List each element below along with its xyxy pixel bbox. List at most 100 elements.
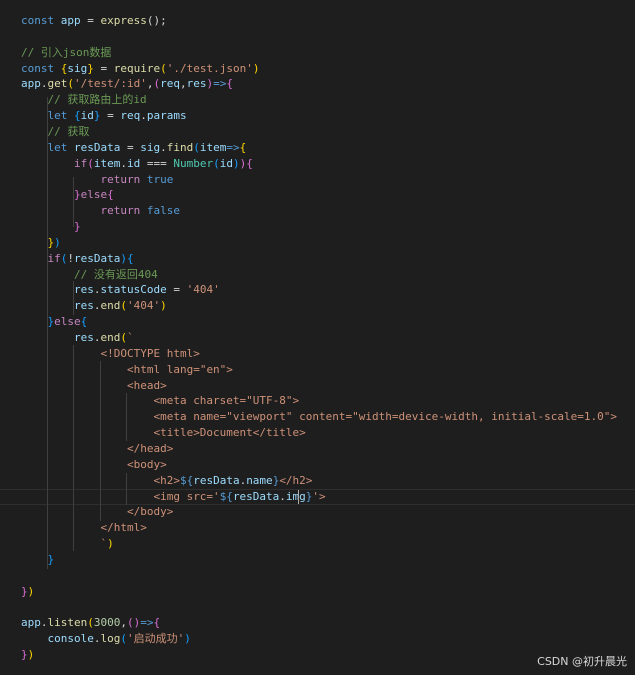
code-line: console.log('启动成功') (21, 631, 191, 647)
code-token: name (246, 473, 273, 487)
code-token: } (21, 648, 28, 661)
code-line: // 获取 (21, 124, 90, 140)
code-token: . (140, 109, 147, 123)
code-token: resData (193, 473, 240, 487)
code-token: { (226, 77, 233, 91)
code-token: } (73, 220, 81, 234)
code-token: ( (127, 616, 134, 630)
code-token: <img src=' (153, 489, 220, 503)
code-token: '404' (186, 283, 220, 297)
code-line: <img src='${resData.img}'> (21, 489, 326, 505)
code-token: 3000 (93, 616, 121, 630)
code-token: Number (173, 156, 214, 170)
code-token: } (87, 61, 94, 75)
code-token: console (47, 632, 94, 646)
code-token: else (80, 188, 108, 202)
code-token: false (146, 204, 180, 218)
code-token: resData (232, 489, 280, 503)
code-token: </head> (126, 441, 174, 455)
code-token: find (166, 140, 194, 154)
code-token: ( (213, 156, 220, 170)
code-token: </html> (100, 521, 147, 535)
code-token: item (199, 140, 227, 154)
code-token: . (279, 489, 286, 503)
code-line: <!DOCTYPE html> (21, 346, 200, 362)
code-token: item (93, 156, 121, 170)
code-line: `) (21, 536, 114, 552)
code-token: } (73, 188, 81, 202)
code-line: <html lang="en"> (21, 362, 233, 378)
code-token: listen (47, 616, 88, 630)
code-token: '启动成功' (126, 632, 185, 646)
code-line: let resData = sig.find(item=>{ (21, 140, 247, 156)
code-token: true (146, 172, 174, 186)
code-line: return true (21, 172, 173, 188)
code-token: res (73, 331, 94, 344)
code-token: log (100, 632, 121, 646)
code-token: id (80, 109, 94, 123)
code-token: = (120, 140, 141, 154)
code-token: ) (107, 537, 114, 551)
code-token: <body> (126, 457, 167, 471)
code-token: } (47, 552, 55, 566)
code-token: ( (120, 632, 127, 646)
code-token: if (47, 251, 61, 265)
code-token: { (153, 616, 161, 630)
code-token: </h2> (279, 473, 313, 487)
code-token: req (120, 109, 141, 123)
code-token: app (21, 616, 41, 630)
code-line: if(!resData){ (21, 251, 134, 267)
code-token: => (213, 77, 227, 91)
code-token: } (21, 584, 28, 598)
code-token: return (100, 172, 141, 186)
code-token: resData (74, 140, 121, 154)
code-token: { (239, 140, 247, 154)
code-token: = (93, 61, 114, 75)
code-line: // 引入json数据 (21, 45, 111, 61)
code-line: </html> (21, 520, 147, 536)
code-token: <!DOCTYPE html> (100, 346, 200, 360)
code-line: }) (21, 584, 34, 600)
code-line: <body> (21, 457, 167, 473)
code-token: '> (312, 489, 326, 503)
code-token: // 获取 (47, 124, 90, 138)
code-line: return false (21, 203, 180, 219)
code-line: // 没有返回404 (21, 267, 158, 283)
code-token: ! (67, 251, 74, 265)
code-line: res.end('404') (21, 298, 167, 314)
code-token: ( (120, 299, 127, 313)
code-token: ) (252, 61, 260, 75)
code-token: . (40, 77, 48, 91)
code-token: end (100, 299, 121, 313)
code-token: res (186, 77, 207, 91)
code-token: express (100, 14, 147, 27)
code-token: ${ (219, 489, 233, 503)
code-token: let (47, 140, 68, 154)
code-token: . (120, 156, 127, 170)
code-token: } (93, 109, 101, 123)
code-line: <title>Document</title> (21, 425, 305, 441)
code-token: { (246, 156, 253, 170)
code-line: } (21, 219, 81, 235)
code-editor[interactable]: const app = express(); // 引入json数据 const {… (0, 0, 635, 675)
code-token: ( (67, 77, 74, 91)
code-token: { (126, 251, 134, 265)
code-line: <h2>${resData.name}</h2> (21, 473, 312, 489)
code-token: . (160, 140, 167, 154)
